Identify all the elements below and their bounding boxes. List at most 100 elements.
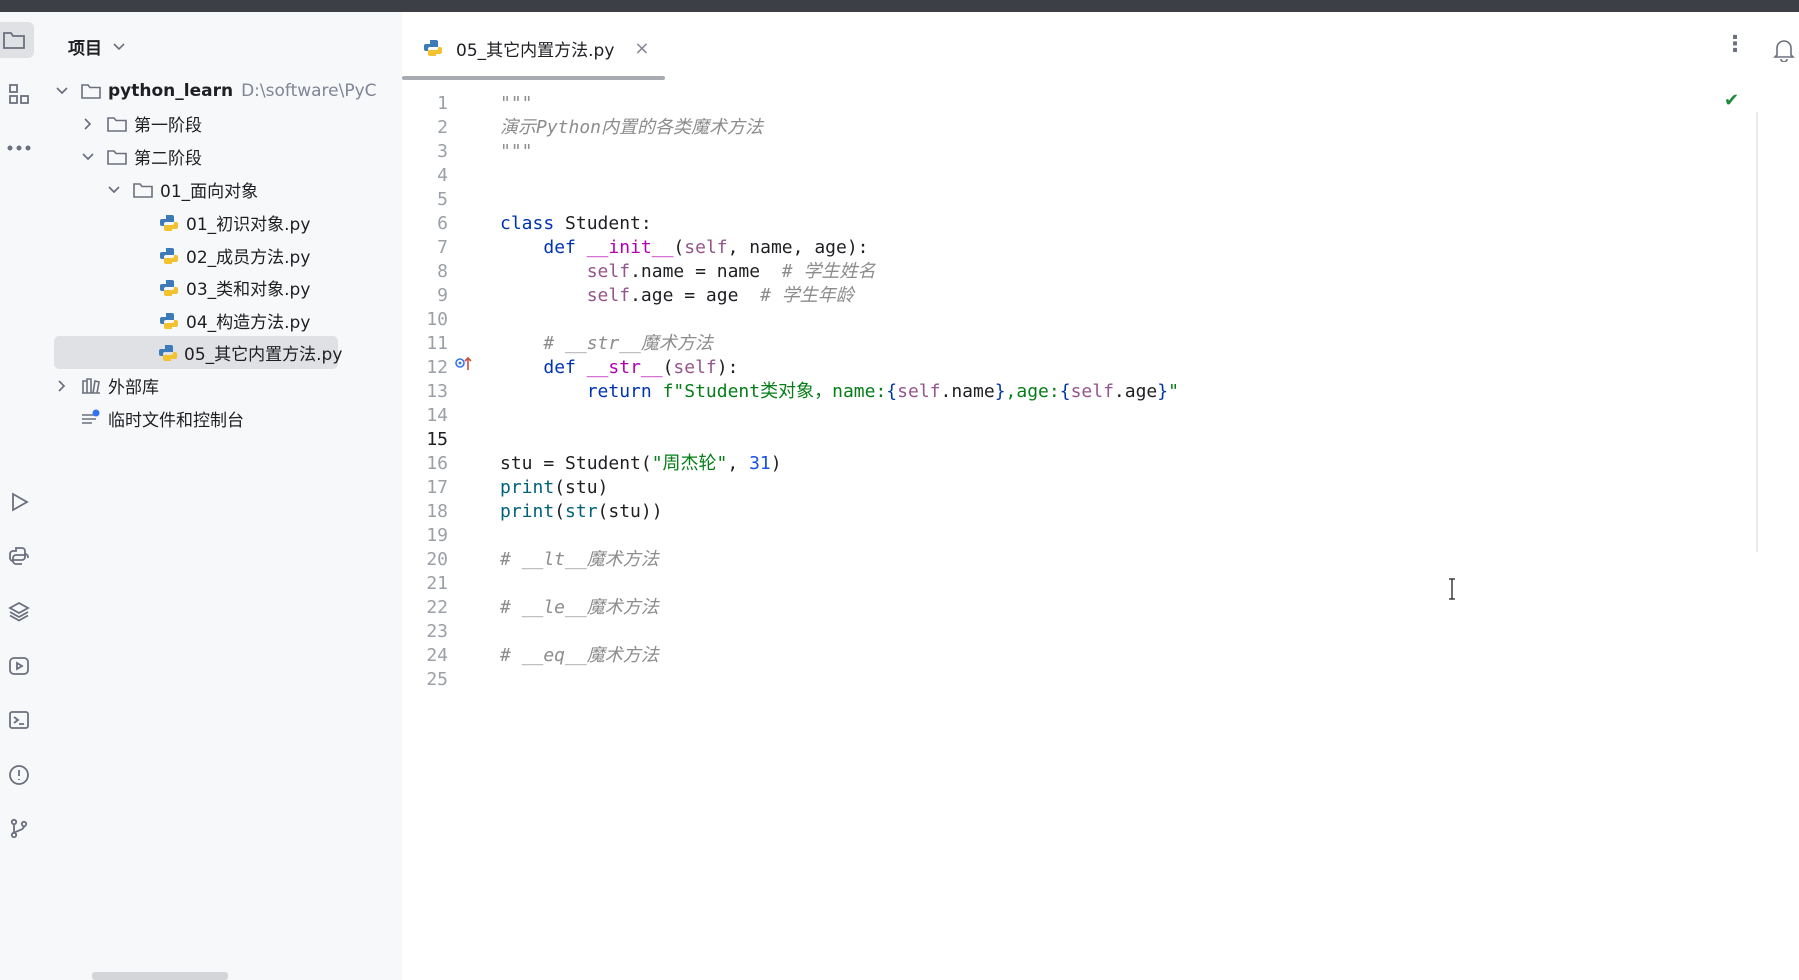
run-icon[interactable] [0,484,38,520]
layers-icon[interactable] [0,593,38,629]
chevron-right-icon[interactable] [54,378,70,394]
python-file-icon [158,246,180,266]
code-token: self [1070,381,1114,402]
tree-item-label: 临时文件和控制台 [108,411,244,431]
folder-icon [132,180,154,200]
tree-item-label: 01_初识对象.py [186,215,311,235]
more-options-icon[interactable]: ⋮ [1724,34,1746,56]
tree-item-label: 04_构造方法.py [186,313,311,333]
project-panel-header[interactable]: 项目 [68,34,126,59]
project-panel: 项目 python_learn D:\software\PyC 第一阶段 第二阶… [48,12,402,980]
chevron-down-icon[interactable] [54,83,70,99]
tree-item-file-05[interactable]: 05_其它内置方法.py [54,336,342,369]
scratches-icon [80,409,102,429]
code-token: self [673,357,717,378]
editor-scrollbar[interactable] [1756,112,1758,552]
code-token: 31 [749,453,771,474]
code-token: .name [940,381,995,402]
code-token: ,age: [1005,381,1060,402]
code-token: Student: [554,213,652,234]
code-token: """ [500,141,533,162]
tree-item-label: 外部库 [108,378,159,398]
line-number: 25 [426,669,448,690]
structure-icon[interactable] [0,76,38,112]
terminal-icon[interactable] [0,702,38,738]
code-token: str [565,501,598,522]
chevron-down-icon[interactable] [106,182,122,198]
editor-area: 05_其它内置方法.py × ⋮ ✔ 1 """ 2 演示Python内置的各类魔术方… [402,12,1799,980]
code-token: ) [770,453,782,474]
code-token: (stu) [554,477,609,498]
code-token: __str__ [586,357,663,378]
code-token: def [543,357,576,378]
tree-item-label: 01_面向对象 [160,182,259,202]
code-token: ( [673,237,685,258]
close-icon[interactable]: × [634,38,649,59]
code-token: " [1168,381,1179,402]
tree-item-stage-2[interactable]: 第二阶段 [80,140,202,173]
project-panel-scrollbar[interactable] [92,972,228,980]
tree-item-oop-folder[interactable]: 01_面向对象 [106,173,258,206]
code-token: ( [554,501,566,522]
code-token: (stu)) [597,501,663,522]
more-tools-icon[interactable] [0,130,38,166]
tree-item-label: 05_其它内置方法.py [184,345,343,365]
folder-icon [80,81,102,101]
code-token: self [586,261,631,282]
code-token: # __eq__魔术方法 [500,645,659,666]
code-token: __init__ [586,237,674,258]
tool-window-strip [0,12,48,980]
project-panel-title: 项目 [68,39,102,59]
tree-item-python-learn[interactable]: python_learn D:\software\PyC [54,74,377,107]
chevron-right-icon[interactable] [80,116,96,132]
tree-item-stage-1[interactable]: 第一阶段 [80,107,202,140]
tree-item-label: 第二阶段 [134,149,202,169]
problems-icon[interactable] [0,757,38,793]
python-file-icon [422,38,444,58]
code-token: self [684,237,728,258]
code-token: # __le__魔术方法 [500,597,659,618]
code-token: # __lt__魔术方法 [500,549,659,570]
editor-tab[interactable]: 05_其它内置方法.py × [422,34,649,62]
tree-item-file-03[interactable]: 03_类和对象.py [158,271,310,304]
code-token: .name = name [630,261,782,282]
library-icon [80,376,102,396]
tree-item-file-01[interactable]: 01_初识对象.py [158,206,310,239]
code-line[interactable]: 25 [402,666,1702,694]
code-token: { [886,381,898,402]
notifications-bell-icon[interactable] [1773,38,1795,66]
code-token: return [586,381,652,402]
code-token: # 学生姓名 [781,261,876,282]
code-token: .age = age [630,285,761,306]
code-token: , [727,453,750,474]
code-token: self [897,381,941,402]
tree-item-external-libraries[interactable]: 外部库 [54,369,159,402]
code-token: print [500,477,555,498]
inspection-ok-icon[interactable]: ✔ [1724,90,1739,111]
tree-item-label: python_learn [108,80,234,101]
active-tab-indicator [402,76,665,80]
code-token: .age [1113,381,1158,402]
tree-item-file-04[interactable]: 04_构造方法.py [158,304,310,337]
code-token: stu = Student( [500,453,652,474]
code-token: ( [662,357,674,378]
chevron-down-icon[interactable] [80,149,96,165]
python-console-icon[interactable] [0,538,38,574]
code-token: # 学生年龄 [760,285,854,306]
python-file-icon [158,213,180,233]
code-token: """ [500,93,533,114]
services-icon[interactable] [0,648,38,684]
code-token: f"Student类对象，name: [662,381,887,402]
chevron-down-icon [113,42,125,50]
python-file-icon [158,311,180,331]
project-folder-icon[interactable] [0,22,34,58]
tree-item-scratches[interactable]: 临时文件和控制台 [80,402,244,435]
tree-item-file-02[interactable]: 02_成员方法.py [158,239,310,272]
git-icon[interactable] [0,810,38,846]
